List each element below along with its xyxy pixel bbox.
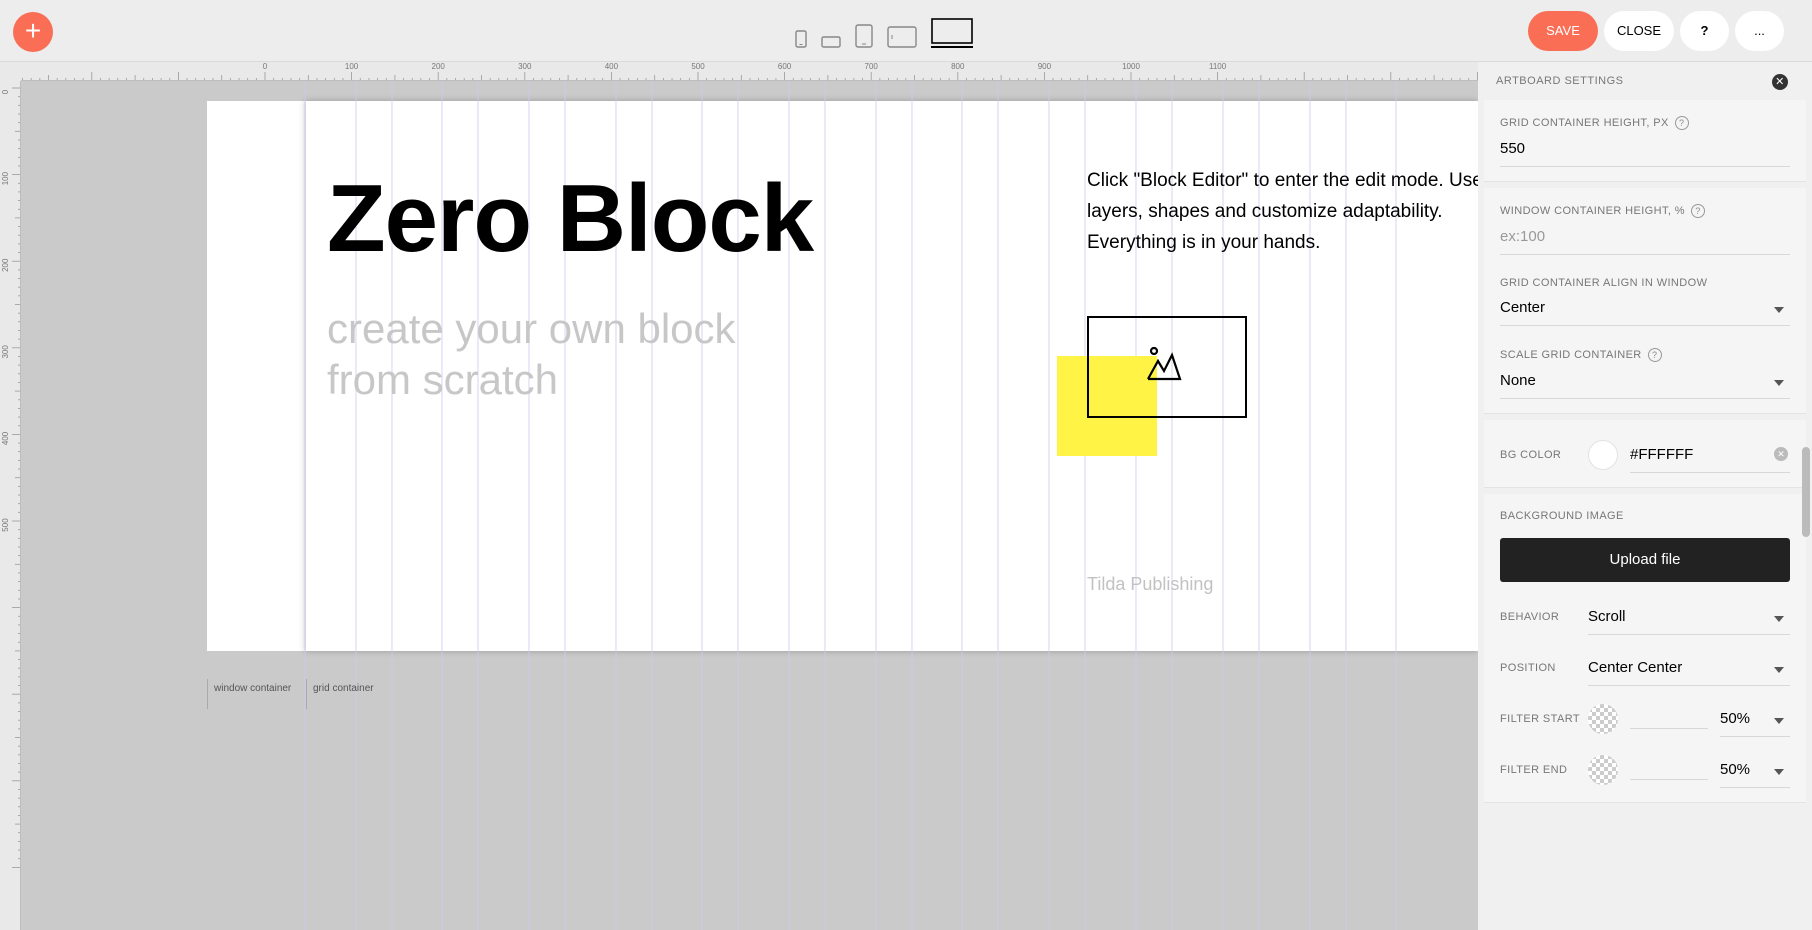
artboard-subtitle[interactable]: create your own block from scratch <box>327 303 747 405</box>
ruler-label: 500 <box>1 518 10 532</box>
window-container-label: window container <box>207 679 291 709</box>
ruler-label: 100 <box>345 62 359 71</box>
bg-color-label: BG COLOR <box>1500 448 1562 461</box>
filter-start-swatch[interactable] <box>1588 703 1618 734</box>
ruler-label: 600 <box>778 62 792 71</box>
artboard-footer-text[interactable]: Tilda Publishing <box>1087 574 1213 595</box>
artboard-settings-panel: ARTBOARD SETTINGS ✕ GRID CONTAINER HEIGH… <box>1478 62 1812 930</box>
ruler-label: 300 <box>1 345 10 359</box>
ruler-label: 1100 <box>1209 62 1227 71</box>
ruler-label: 700 <box>865 62 879 71</box>
ruler-label: 400 <box>1 431 10 445</box>
artboard-description[interactable]: Click "Block Editor" to enter the edit m… <box>1087 165 1478 258</box>
top-toolbar: + SAVE CLOSE ? ... <box>0 0 1812 62</box>
filter-start-value: 50% <box>1720 710 1751 727</box>
ruler-label: 300 <box>518 62 532 71</box>
filter-end-label: FILTER END <box>1500 763 1568 776</box>
add-element-button[interactable]: + <box>13 12 53 52</box>
panel-scrollbar[interactable] <box>1802 447 1810 537</box>
chevron-down-icon <box>1774 307 1784 313</box>
scale-value: None <box>1500 372 1536 389</box>
chevron-down-icon <box>1774 769 1784 775</box>
panel-header: ARTBOARD SETTINGS ✕ <box>1478 62 1812 100</box>
help-icon[interactable]: ? <box>1674 116 1689 130</box>
bg-image-label: BACKGROUND IMAGE <box>1500 510 1624 522</box>
position-value: Center Center <box>1588 659 1683 676</box>
bg-color-swatch[interactable] <box>1588 439 1618 470</box>
close-panel-icon[interactable]: ✕ <box>1772 74 1788 90</box>
position-label: POSITION <box>1500 661 1556 674</box>
close-button[interactable]: CLOSE <box>1604 11 1674 51</box>
mobile-portrait-icon[interactable] <box>795 30 807 48</box>
ruler-label: 500 <box>691 62 705 71</box>
ruler-horizontal: 0 100 200 300 400 500 600 700 800 900 1000 1100 <box>21 62 1478 81</box>
ruler-label: 200 <box>1 258 10 272</box>
help-icon[interactable]: ? <box>1647 348 1662 362</box>
ruler-label: 900 <box>1038 62 1052 71</box>
window-height-label: WINDOW CONTAINER HEIGHT, % <box>1500 205 1685 217</box>
align-label: GRID CONTAINER ALIGN IN WINDOW <box>1500 277 1708 289</box>
bg-color-section: BG COLOR #FFFFFF ✕ <box>1484 420 1806 488</box>
bg-image-section: BACKGROUND IMAGE Upload file BEHAVIOR Sc… <box>1484 494 1806 803</box>
filter-end-swatch[interactable] <box>1588 754 1618 785</box>
filter-start-label: FILTER START <box>1500 712 1580 725</box>
save-button[interactable]: SAVE <box>1528 11 1598 51</box>
clear-icon[interactable]: ✕ <box>1774 447 1788 461</box>
ruler-label: 0 <box>1 89 10 94</box>
scale-label: SCALE GRID CONTAINER <box>1500 349 1642 361</box>
behavior-value: Scroll <box>1588 608 1626 625</box>
behavior-label: BEHAVIOR <box>1500 610 1560 623</box>
chevron-down-icon <box>1774 667 1784 673</box>
align-value: Center <box>1500 299 1546 316</box>
more-button[interactable]: ... <box>1735 11 1784 51</box>
filter-end-select[interactable]: 50% <box>1720 751 1790 788</box>
tablet-portrait-icon[interactable] <box>855 24 873 48</box>
ruler-label: 100 <box>1 171 10 185</box>
bg-color-input[interactable]: #FFFFFF ✕ <box>1630 436 1790 473</box>
ruler-vertical: 0 100 200 300 400 500 <box>0 81 21 930</box>
artboard-title[interactable]: Zero Block <box>327 164 814 274</box>
ruler-label: 800 <box>951 62 965 71</box>
filter-start-select[interactable]: 50% <box>1720 700 1790 737</box>
desktop-icon[interactable] <box>931 18 973 48</box>
upload-file-button[interactable]: Upload file <box>1500 538 1790 582</box>
tablet-landscape-icon[interactable] <box>887 26 917 48</box>
artboard-canvas[interactable]: Zero Block create your own block from sc… <box>21 81 1478 930</box>
chevron-down-icon <box>1774 616 1784 622</box>
ruler-label: 0 <box>263 62 268 71</box>
grid-height-section: GRID CONTAINER HEIGHT, PX? 550 <box>1484 100 1806 182</box>
ruler-label: 200 <box>432 62 446 71</box>
filter-end-value: 50% <box>1720 761 1751 778</box>
device-switcher <box>795 14 973 48</box>
ruler-corner <box>0 62 21 81</box>
mobile-landscape-icon[interactable] <box>821 36 841 48</box>
help-button[interactable]: ? <box>1680 11 1729 51</box>
grid-height-input[interactable]: 550 <box>1500 130 1790 167</box>
window-settings-section: WINDOW CONTAINER HEIGHT, %? ex:100 GRID … <box>1484 188 1806 414</box>
bg-color-value: #FFFFFF <box>1630 446 1694 463</box>
toolbar-actions: SAVE CLOSE ? ... <box>1528 11 1784 51</box>
image-icon <box>1147 346 1182 381</box>
grid-container-label: grid container <box>306 679 374 709</box>
behavior-select[interactable]: Scroll <box>1588 598 1790 635</box>
ruler-label: 400 <box>605 62 619 71</box>
window-height-input[interactable]: ex:100 <box>1500 218 1790 255</box>
align-select[interactable]: Center <box>1500 289 1790 326</box>
ruler-label: 1000 <box>1122 62 1140 71</box>
scale-select[interactable]: None <box>1500 362 1790 399</box>
panel-title: ARTBOARD SETTINGS <box>1496 75 1624 87</box>
grid-height-label: GRID CONTAINER HEIGHT, PX <box>1500 117 1669 129</box>
help-icon[interactable]: ? <box>1690 204 1705 218</box>
chevron-down-icon <box>1774 380 1784 386</box>
position-select[interactable]: Center Center <box>1588 649 1790 686</box>
chevron-down-icon <box>1774 718 1784 724</box>
